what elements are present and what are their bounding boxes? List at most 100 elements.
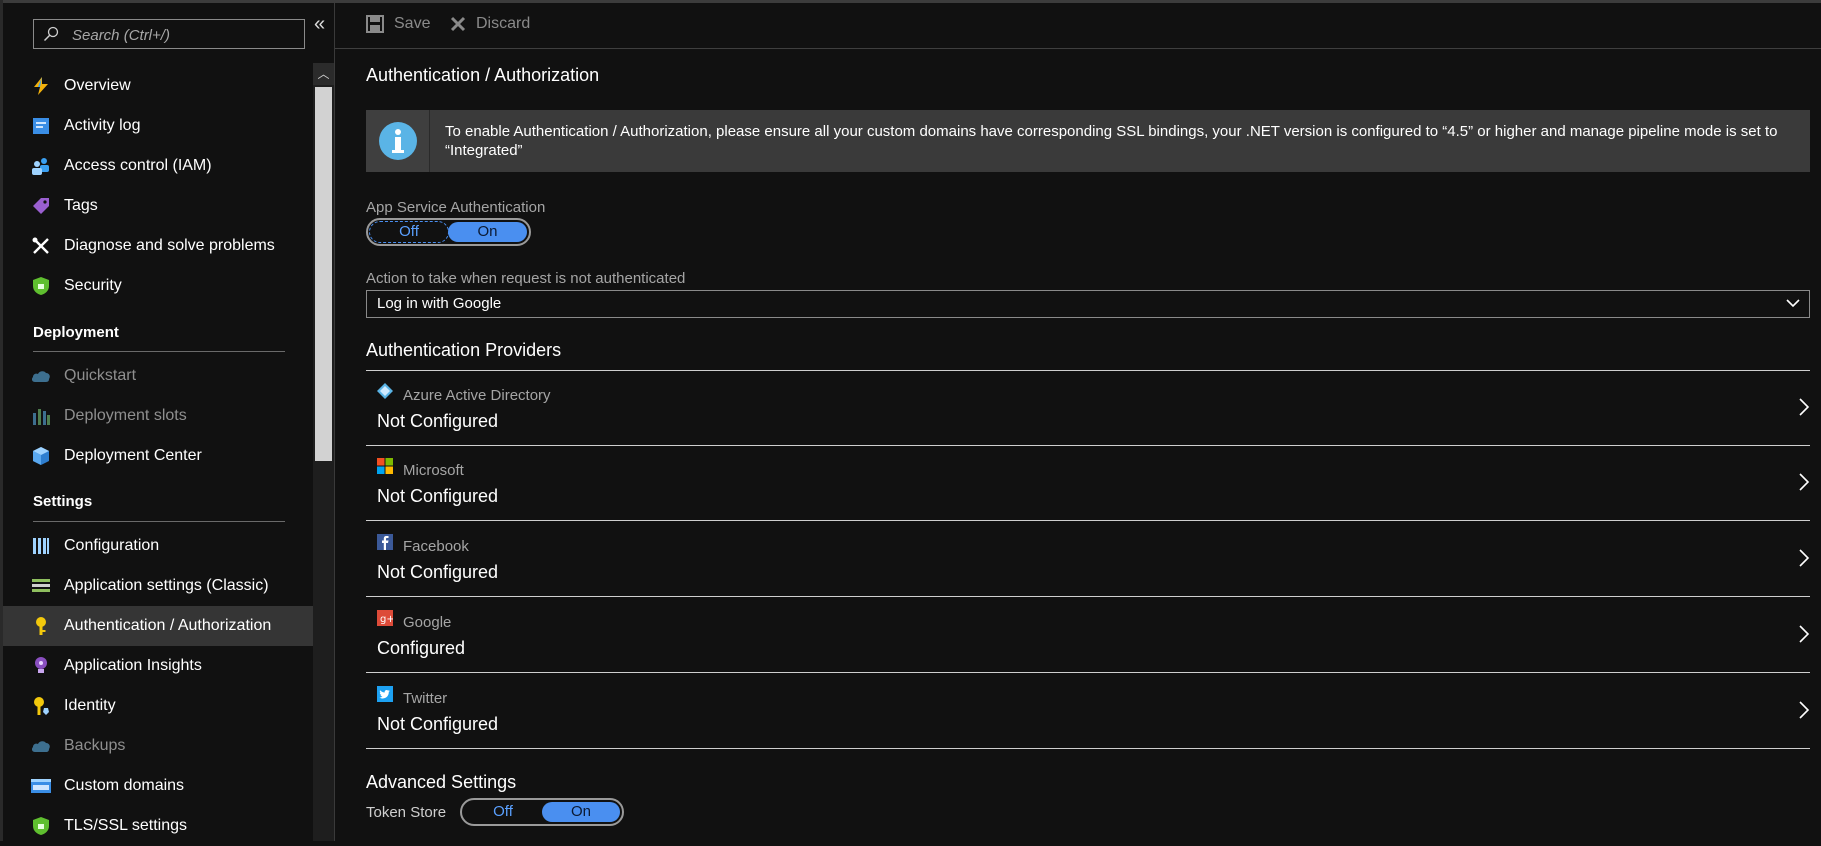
sidebar-item-custom-domains[interactable]: Custom domains (3, 766, 313, 806)
provider-status: Not Configured (377, 486, 499, 506)
sidebar-item-security[interactable]: Security (3, 266, 313, 306)
app-service-auth-off[interactable]: Off (369, 221, 449, 243)
sidebar-item-label: Access control (IAM) (64, 157, 212, 174)
cloud-icon (31, 366, 51, 386)
sidebar: « ︿ Overview Activity log Access control… (3, 3, 334, 841)
sidebar-item-label: Deployment Center (64, 447, 202, 464)
sidebar-item-tags[interactable]: Tags (3, 186, 313, 226)
sidebar-item-quickstart[interactable]: Quickstart (3, 356, 313, 396)
sidebar-item-label: Deployment slots (64, 407, 187, 424)
sidebar-item-application-settings[interactable]: Application settings (Classic) (3, 566, 313, 606)
info-icon-block (366, 110, 430, 172)
cloud-backup-icon (31, 736, 51, 756)
info-text: To enable Authentication / Authorization… (445, 123, 1778, 159)
sidebar-item-authentication[interactable]: Authentication / Authorization (3, 606, 313, 646)
sidebar-item-configuration[interactable]: Configuration (3, 526, 313, 566)
provider-row-microsoft[interactable]: Microsoft Not Configured (366, 446, 1810, 521)
sidebar-item-application-insights[interactable]: Application Insights (3, 646, 313, 686)
sidebar-item-deployment-slots[interactable]: Deployment slots (3, 396, 313, 436)
section-header-deployment: Deployment (33, 324, 119, 341)
lightbulb-icon (31, 656, 51, 676)
provider-row-google[interactable]: g+ Google Configured (366, 598, 1810, 673)
action-dropdown[interactable]: Log in with Google (366, 290, 1810, 318)
bars-icon (31, 536, 51, 556)
provider-row-twitter[interactable]: Twitter Not Configured (366, 674, 1810, 749)
key-icon (31, 616, 51, 636)
app-service-auth-label: App Service Authentication (366, 199, 546, 216)
discard-button[interactable]: Discard (450, 15, 530, 33)
info-icon (378, 122, 417, 160)
chevron-right-icon (1799, 398, 1810, 416)
settings-list-icon (31, 576, 51, 596)
wrench-icon (31, 236, 51, 256)
provider-status: Not Configured (377, 411, 499, 431)
sidebar-scrollbar[interactable]: ︿ (313, 63, 334, 841)
save-icon (366, 15, 384, 33)
discard-icon (450, 16, 466, 32)
identity-key-icon (31, 696, 51, 716)
provider-status: Not Configured (377, 562, 499, 582)
search-input[interactable] (70, 23, 302, 47)
providers-header: Authentication Providers (366, 340, 562, 360)
token-store-toggle[interactable]: Off On (460, 798, 624, 826)
sidebar-item-label: Custom domains (64, 777, 185, 794)
svg-text:g+: g+ (380, 614, 393, 625)
save-button[interactable]: Save (366, 15, 430, 33)
provider-status: Not Configured (377, 714, 499, 734)
lightning-bolt-icon (31, 76, 51, 96)
token-store-on[interactable]: On (542, 802, 620, 822)
slots-icon (31, 406, 51, 426)
info-banner: To enable Authentication / Authorization… (366, 110, 1810, 172)
discard-label: Discard (476, 15, 531, 32)
app-service-auth-on[interactable]: On (448, 222, 527, 242)
advanced-settings-header: Advanced Settings (366, 772, 517, 792)
sidebar-item-label: Identity (64, 697, 116, 714)
chevron-right-icon (1799, 625, 1810, 643)
sidebar-item-backups[interactable]: Backups (3, 726, 313, 766)
sidebar-item-label: Application settings (Classic) (64, 577, 269, 594)
sidebar-item-diagnose[interactable]: Diagnose and solve problems (3, 226, 313, 266)
google-icon: g+ (377, 610, 393, 626)
sidebar-item-access-control[interactable]: Access control (IAM) (3, 146, 313, 186)
provider-name: Microsoft (403, 462, 464, 479)
app-service-auth-toggle[interactable]: Off On (366, 218, 531, 246)
command-toolbar: Save Discard (335, 3, 1821, 49)
sidebar-item-label: Configuration (64, 537, 160, 554)
sidebar-item-overview[interactable]: Overview (3, 66, 313, 106)
twitter-icon (377, 686, 393, 702)
sidebar-item-identity[interactable]: Identity (3, 686, 313, 726)
sidebar-item-label: Tags (64, 197, 98, 214)
people-icon (31, 156, 51, 176)
sidebar-item-label: Backups (64, 737, 126, 754)
action-dropdown-value: Log in with Google (377, 295, 502, 312)
azure-ad-icon (377, 383, 393, 399)
search-icon (43, 26, 59, 42)
provider-name: Google (403, 614, 452, 631)
scroll-up-arrow-icon[interactable]: ︿ (313, 63, 334, 85)
sidebar-item-deployment-center[interactable]: Deployment Center (3, 436, 313, 476)
scrollbar-thumb[interactable] (315, 87, 332, 461)
section-divider (33, 351, 285, 352)
shield-lock-icon (31, 816, 51, 836)
sidebar-item-label: Quickstart (64, 367, 137, 384)
sidebar-item-tls-ssl[interactable]: TLS/SSL settings (3, 806, 313, 846)
provider-name: Twitter (403, 690, 448, 707)
provider-row-facebook[interactable]: Facebook Not Configured (366, 522, 1810, 597)
chevron-right-icon (1799, 549, 1810, 567)
chevron-down-icon (1786, 299, 1800, 308)
action-label: Action to take when request is not authe… (366, 270, 686, 287)
main-panel: Save Discard Authentication / Authorizat… (334, 3, 1821, 841)
provider-name: Azure Active Directory (403, 387, 551, 404)
chevron-right-icon (1799, 701, 1810, 719)
sidebar-item-label: Application Insights (64, 657, 202, 674)
provider-name: Facebook (403, 538, 469, 555)
collapse-sidebar-button[interactable]: « (314, 13, 325, 36)
provider-row-azure-ad[interactable]: Azure Active Directory Not Configured (366, 371, 1810, 446)
section-header-settings: Settings (33, 493, 93, 510)
search-box[interactable] (33, 19, 305, 49)
sidebar-item-label: TLS/SSL settings (64, 817, 188, 834)
token-store-off[interactable]: Off (464, 802, 542, 822)
www-icon (31, 776, 51, 796)
sidebar-item-label: Activity log (64, 117, 141, 134)
sidebar-item-activity-log[interactable]: Activity log (3, 106, 313, 146)
